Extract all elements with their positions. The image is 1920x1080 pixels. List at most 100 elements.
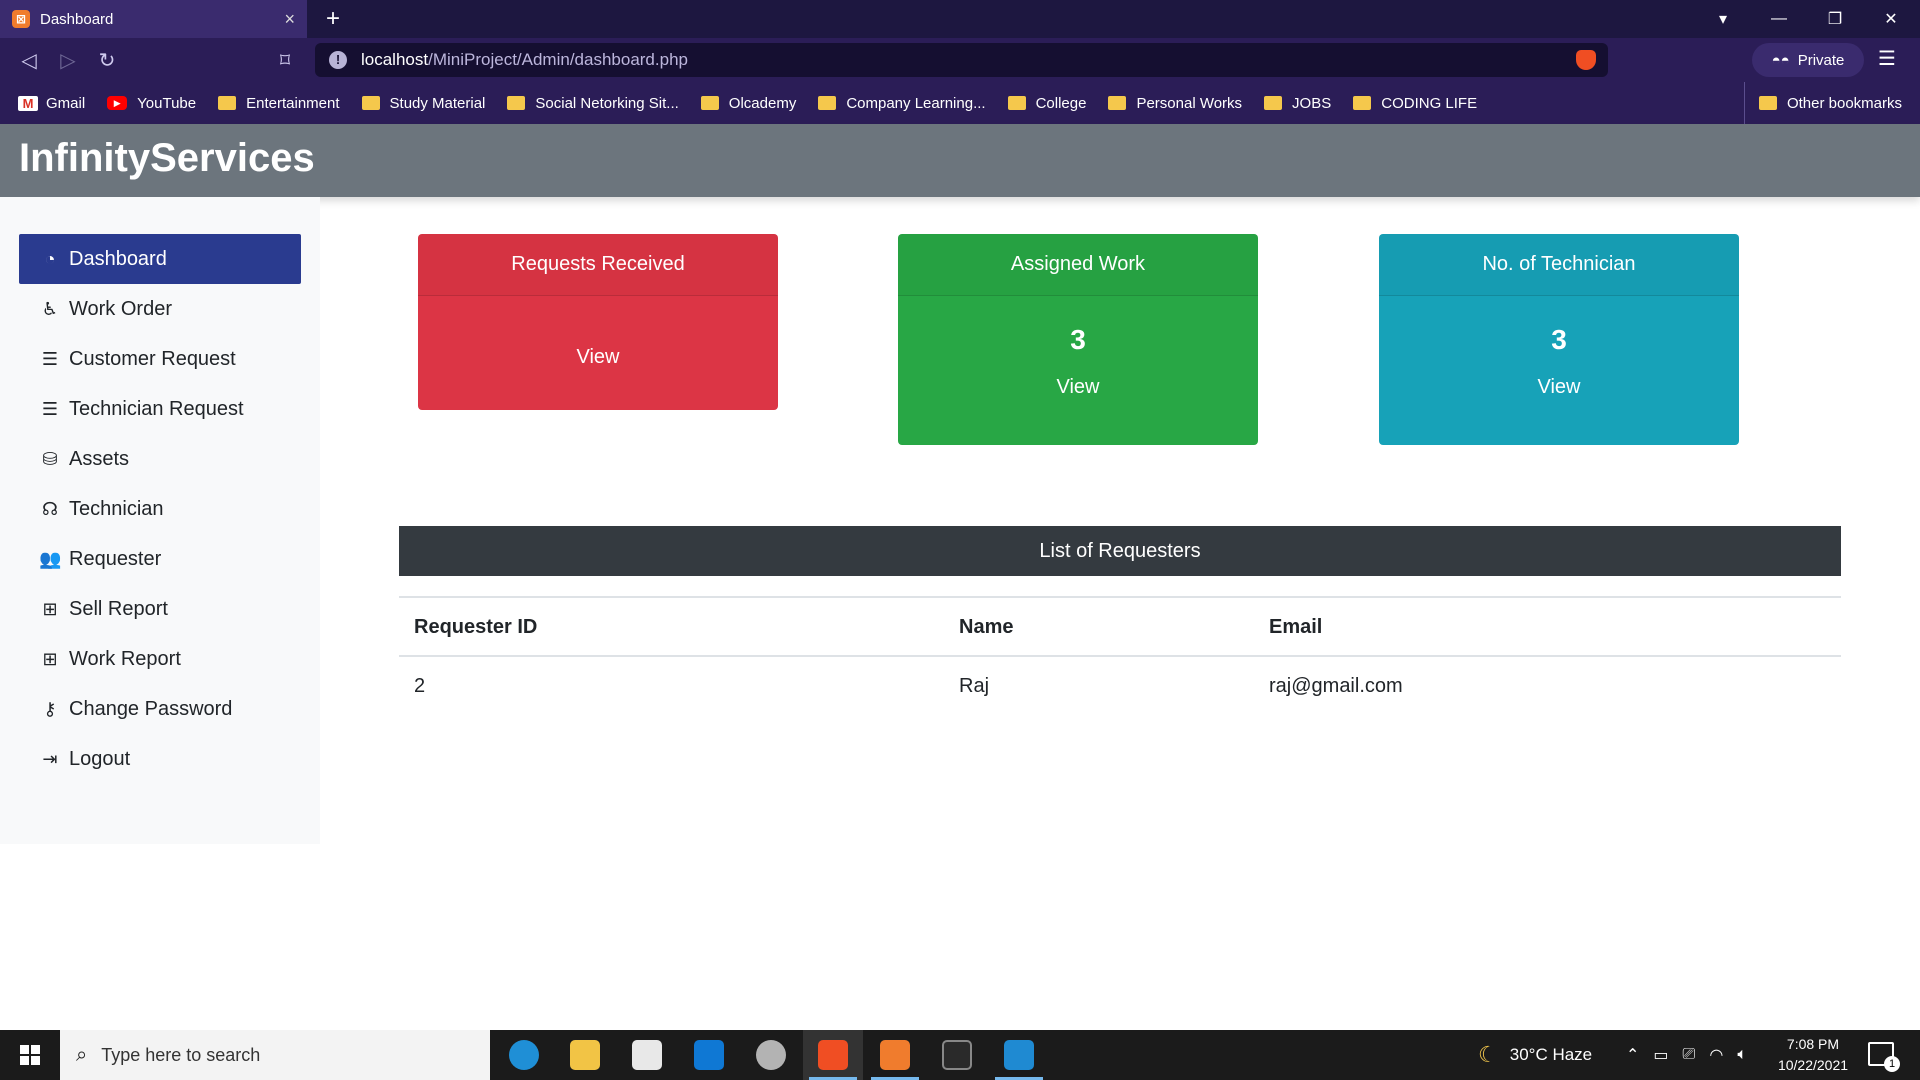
volume-icon[interactable]: 🔈︎ [1737,1046,1747,1064]
bookmark-label: Social Netorking Sit... [535,94,679,112]
card-body: View [418,296,778,369]
close-window-button[interactable]: ✕ [1863,0,1919,38]
card-view-link[interactable]: View [1379,356,1739,399]
taskbar-app-mail[interactable] [679,1030,739,1080]
site-info-icon[interactable]: ! [329,51,347,69]
brave-shield-icon[interactable] [1576,50,1596,70]
wifi-icon[interactable]: ◠ [1709,1045,1723,1065]
sign-out-icon: ⇥ [42,748,58,769]
bookmark-company-learning[interactable]: Company Learning... [818,95,986,112]
sidebar-item-change-password[interactable]: ⚷ Change Password [19,684,301,734]
sidebar-item-technician-request[interactable]: ☰ Technician Request [19,384,301,434]
sidebar-item-customer-request[interactable]: ☰ Customer Request [19,334,301,384]
reload-button[interactable]: ↻ [92,46,122,76]
notification-icon[interactable]: 1 [1868,1042,1900,1072]
bookmark-entertainment[interactable]: Entertainment [218,95,340,112]
bookmark-study-material[interactable]: Study Material [361,95,485,112]
requesters-table: Requester ID Name Email 2 Raj raj@gmail.… [399,596,1841,716]
sidebar-item-logout[interactable]: ⇥ Logout [19,734,301,784]
url-path: /MiniProject/Admin/dashboard.php [428,50,688,69]
taskbar-app-brave[interactable] [803,1030,863,1080]
app-brand[interactable]: InfinityServices [19,136,315,181]
column-header-email: Email [1269,616,1323,638]
align-icon: ☰ [41,398,59,419]
private-window-badge[interactable]: ◓◓ Private [1752,43,1864,77]
bookmark-label: Gmail [46,94,86,112]
weather-widget[interactable]: ☾ 30°C Haze [1478,1030,1592,1080]
system-tray: ⌃ ▭ ⎚ ◠ 🔈︎ [1626,1030,1747,1080]
search-icon: ⌕ [76,1043,88,1066]
store-icon [632,1040,662,1070]
private-glasses-icon: ◓◓ [1771,51,1790,69]
browser-tab-dashboard[interactable]: ⊠ Dashboard × [0,0,307,38]
bookmark-youtube[interactable]: ▶ YouTube [107,95,196,112]
tab-title: Dashboard [40,10,114,28]
table-row: 2 Raj raj@gmail.com [399,657,1841,716]
sidebar-item-work-order[interactable]: ♿ Work Order [19,284,301,334]
chevron-up-icon[interactable]: ⌃ [1626,1045,1639,1065]
close-tab-icon[interactable]: × [284,9,295,30]
address-bar[interactable]: ! localhost /MiniProject/Admin/dashboard… [315,43,1608,77]
card-value: 3 [1070,324,1086,355]
bookmark-icon[interactable]: ⌑ [270,46,300,76]
back-button[interactable]: ◁ [14,46,44,76]
bookmark-coding-life[interactable]: CODING LIFE [1353,95,1477,112]
cell-requester-id: 2 [414,675,426,697]
bookmark-social-networking[interactable]: Social Netorking Sit... [507,94,679,112]
headset-icon: ☊ [42,498,58,519]
taskbar-app-edge[interactable] [494,1030,554,1080]
folder-icon [1264,96,1283,110]
edge-icon [509,1040,539,1070]
other-bookmarks[interactable]: Other bookmarks [1743,82,1902,124]
bookmark-olcademy[interactable]: Olcademy [700,95,796,112]
taskbar-clock[interactable]: 7:08 PM 10/22/2021 [1768,1034,1858,1076]
taskbar-app-file-explorer[interactable] [555,1030,615,1080]
accessibility-icon: ♿ [41,298,59,319]
sidebar-item-work-report[interactable]: ⊞ Work Report [19,634,301,684]
card-technicians: No. of Technician 3 View [1379,234,1739,445]
other-bookmarks-label: Other bookmarks [1786,94,1902,112]
forward-button[interactable]: ▷ [53,46,83,76]
taskbar-app-snip[interactable] [741,1030,801,1080]
minimize-button[interactable]: — [1751,0,1807,38]
hamburger-menu-icon[interactable]: ☰ [1878,46,1896,71]
taskbar-app-store[interactable] [617,1030,677,1080]
sidebar-item-label: Customer Request [69,347,236,370]
navigation-bar: ◁ ▷ ↻ ⌑ ! localhost /MiniProject/Admin/d… [0,38,1920,82]
sidebar-item-assets[interactable]: ⛁ Assets [19,434,301,484]
sidebar-item-technician[interactable]: ☊ Technician [19,484,301,534]
new-tab-button[interactable]: + [318,4,348,34]
bookmark-jobs[interactable]: JOBS [1264,95,1331,112]
snipping-tool-icon [756,1040,786,1070]
url-host: localhost [361,50,429,69]
card-title: Assigned Work [898,234,1258,296]
restore-button[interactable]: ❐ [1807,0,1863,38]
xampp-icon [880,1040,910,1070]
device-icon[interactable]: ⎚ [1683,1046,1696,1064]
taskbar-app-terminal[interactable] [927,1030,987,1080]
start-button[interactable] [0,1030,60,1080]
bookmark-label: Personal Works [1136,94,1243,112]
bookmark-label: JOBS [1292,94,1332,112]
taskbar-search[interactable]: ⌕ Type here to search [60,1030,490,1080]
sidebar-item-label: Work Report [69,647,181,670]
terminal-icon [942,1040,972,1070]
sidebar-item-requester[interactable]: 👥 Requester [19,534,301,584]
brave-menu-icon[interactable]: ▾ [1695,0,1751,38]
mail-icon [694,1040,724,1070]
bookmark-personal-works[interactable]: Personal Works [1108,95,1242,112]
battery-icon[interactable]: ▭ [1653,1045,1668,1065]
taskbar-app-vscode[interactable] [989,1030,1049,1080]
sidebar-item-dashboard[interactable]: ◔ Dashboard [19,234,301,284]
card-view-link[interactable]: View [418,296,778,369]
users-icon: 👥 [39,548,62,569]
folder-icon [1353,96,1372,110]
sidebar-item-sell-report[interactable]: ⊞ Sell Report [19,584,301,634]
card-view-link[interactable]: View [898,356,1258,399]
folder-icon [1108,96,1127,110]
bookmark-college[interactable]: College [1007,95,1086,112]
app-header: InfinityServices [0,124,1920,197]
column-header-name: Name [959,616,1014,638]
bookmark-gmail[interactable]: M Gmail [18,95,85,112]
taskbar-app-xampp[interactable] [865,1030,925,1080]
